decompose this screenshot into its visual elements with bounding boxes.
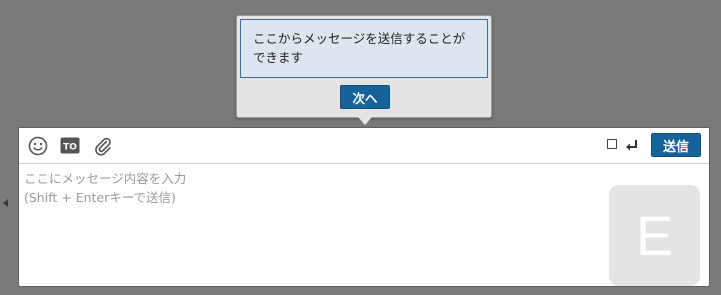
to-icon[interactable]: TO xyxy=(60,137,80,154)
send-button[interactable]: 送信 xyxy=(651,133,701,157)
enter-to-send-checkbox[interactable] xyxy=(607,139,617,149)
message-composer: TO 送信 ここにメッセージ内容を入力 (Shift + Enterキーで送信)… xyxy=(18,127,710,287)
tooltip-message: ここからメッセージを送信することができます xyxy=(240,19,488,78)
next-button[interactable]: 次へ xyxy=(340,85,390,109)
emoji-icon[interactable] xyxy=(28,136,48,156)
collapse-arrow-icon[interactable] xyxy=(3,199,8,207)
message-input[interactable]: ここにメッセージ内容を入力 (Shift + Enterキーで送信) xyxy=(19,164,709,286)
paperclip-icon[interactable] xyxy=(93,136,113,156)
enter-key-icon xyxy=(626,140,637,151)
svg-text:TO: TO xyxy=(63,143,77,153)
input-placeholder-line2: (Shift + Enterキーで送信) xyxy=(24,190,176,205)
input-placeholder-line1: ここにメッセージ内容を入力 xyxy=(24,171,187,186)
onboarding-tooltip: ここからメッセージを送信することができます 次へ xyxy=(236,15,492,125)
avatar: E xyxy=(609,185,700,286)
tooltip-pointer xyxy=(358,117,372,125)
composer-toolbar: TO 送信 xyxy=(19,128,709,164)
